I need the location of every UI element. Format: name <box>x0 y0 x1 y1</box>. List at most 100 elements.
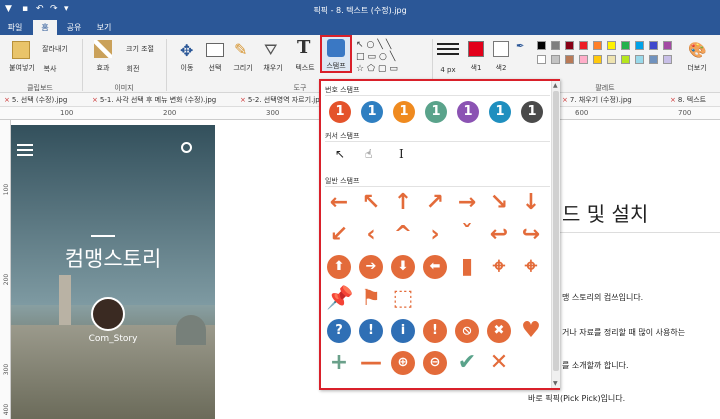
general-stamp[interactable]: ⚑ <box>358 287 384 311</box>
general-stamp[interactable]: ← <box>326 191 352 215</box>
doc-tab-active[interactable]: × 8. 텍스트 <box>670 95 706 105</box>
general-stamp[interactable]: ⬇ <box>391 255 415 279</box>
general-stamp[interactable]: ⌖ <box>486 255 512 279</box>
close-icon[interactable]: × <box>4 96 10 104</box>
tab-view[interactable]: 보기 <box>91 20 117 35</box>
general-stamp[interactable]: + <box>326 351 352 375</box>
doc-tab[interactable]: × 5-1. 사각 선택 후 메뉴 변화 (수정).jpg <box>92 95 216 105</box>
palette-color-swatch[interactable] <box>635 55 644 64</box>
general-stamp[interactable]: ⊕ <box>391 351 415 375</box>
palette-color-swatch[interactable] <box>537 41 546 50</box>
number-stamp[interactable]: 1 <box>489 101 511 123</box>
general-stamp[interactable]: ⦸ <box>455 319 479 343</box>
copy-button[interactable]: 복사 <box>38 64 62 74</box>
select-button[interactable]: 선택 <box>200 63 230 73</box>
stamp-button[interactable]: 스탬프 <box>320 61 352 71</box>
general-stamp[interactable]: ↘ <box>486 191 512 215</box>
cut-button[interactable]: 잘라내기 <box>38 44 72 54</box>
palette-color-swatch[interactable] <box>607 41 616 50</box>
doc-tab[interactable]: × 7. 채우기 (수정).jpg <box>562 95 632 105</box>
more-colors-button[interactable]: 더보기 <box>680 63 714 73</box>
palette-color-swatch[interactable] <box>579 41 588 50</box>
scroll-thumb[interactable] <box>553 91 559 371</box>
general-stamp[interactable]: ⬆ <box>327 255 351 279</box>
general-stamp[interactable]: ⬅ <box>423 255 447 279</box>
general-stamp[interactable]: ♥ <box>518 319 544 343</box>
general-stamp[interactable]: ⊖ <box>423 351 447 375</box>
palette-color-swatch[interactable] <box>565 55 574 64</box>
general-stamp[interactable]: ↓ <box>518 191 544 215</box>
arrow-cursor-stamp[interactable]: ↖ <box>335 147 345 161</box>
panel-scrollbar[interactable]: ▲ ▼ <box>551 81 560 388</box>
number-stamp[interactable]: 1 <box>521 101 543 123</box>
palette-color-swatch[interactable] <box>635 41 644 50</box>
general-stamp[interactable]: ⬚ <box>390 287 416 311</box>
color2-button[interactable]: 색2 <box>489 63 513 73</box>
tab-home[interactable]: 홈 <box>33 20 57 35</box>
close-icon[interactable]: × <box>562 96 568 104</box>
general-stamp[interactable]: ✖ <box>487 319 511 343</box>
resize-button[interactable]: 크기 조절 <box>118 44 162 54</box>
hand-cursor-stamp[interactable]: ☝ <box>365 147 372 161</box>
text-cursor-stamp[interactable]: I <box>399 147 404 161</box>
general-stamp[interactable]: ˇ <box>454 223 480 247</box>
palette-color-swatch[interactable] <box>551 41 560 50</box>
general-stamp[interactable]: ↑ <box>390 191 416 215</box>
palette-color-swatch[interactable] <box>593 55 602 64</box>
general-stamp[interactable]: ↖ <box>358 191 384 215</box>
general-stamp[interactable]: ↙ <box>326 223 352 247</box>
general-stamp[interactable]: ✕ <box>486 351 512 375</box>
palette-color-swatch[interactable] <box>593 41 602 50</box>
palette-color-swatch[interactable] <box>565 41 574 50</box>
number-stamp[interactable]: 1 <box>457 101 479 123</box>
tab-file[interactable]: 파일 <box>3 20 27 35</box>
general-stamp[interactable]: — <box>358 351 384 375</box>
number-stamp[interactable]: 1 <box>393 101 415 123</box>
fill-button[interactable]: 채우기 <box>258 63 288 73</box>
general-stamp[interactable]: ➔ <box>359 255 383 279</box>
color1-swatch[interactable] <box>468 41 484 57</box>
general-stamp[interactable]: ‹ <box>358 223 384 247</box>
close-icon[interactable]: × <box>240 96 246 104</box>
palette-color-swatch[interactable] <box>663 55 672 64</box>
palette-color-swatch[interactable] <box>579 55 588 64</box>
draw-button[interactable]: 그리기 <box>228 63 258 73</box>
palette-color-swatch[interactable] <box>537 55 546 64</box>
general-stamp[interactable]: › <box>422 223 448 247</box>
number-stamp[interactable]: 1 <box>361 101 383 123</box>
palette-color-swatch[interactable] <box>551 55 560 64</box>
shapes-gallery-icon[interactable]: ↖○╲╲ □▭○╲ ☆⬠▢▭ <box>356 39 401 75</box>
color2-swatch[interactable] <box>493 41 509 57</box>
palette-color-swatch[interactable] <box>649 55 658 64</box>
general-stamp[interactable]: ! <box>423 319 447 343</box>
general-stamp[interactable]: ↩ <box>486 223 512 247</box>
general-stamp[interactable]: ↪ <box>518 223 544 247</box>
general-stamp[interactable]: ! <box>359 319 383 343</box>
color1-button[interactable]: 색1 <box>464 63 488 73</box>
effect-button[interactable]: 효과 <box>88 63 118 73</box>
close-icon[interactable]: × <box>670 96 676 104</box>
general-stamp[interactable]: ↗ <box>422 191 448 215</box>
paste-button[interactable]: 붙여넣기 <box>2 63 42 73</box>
general-stamp[interactable]: ⌖ <box>518 255 544 279</box>
palette-color-swatch[interactable] <box>607 55 616 64</box>
scroll-up-icon[interactable]: ▲ <box>553 82 558 89</box>
general-stamp[interactable]: ? <box>327 319 351 343</box>
scroll-down-icon[interactable]: ▼ <box>553 380 558 387</box>
general-stamp[interactable]: ✔ <box>454 351 480 375</box>
general-stamp[interactable]: ▮ <box>454 255 480 279</box>
text-button[interactable]: 텍스트 <box>288 63 322 73</box>
rotate-button[interactable]: 회전 <box>118 64 148 74</box>
doc-tab[interactable]: × 5. 선택 (수정).jpg <box>4 95 67 105</box>
tab-share[interactable]: 공유 <box>62 20 86 35</box>
general-stamp[interactable]: i <box>391 319 415 343</box>
general-stamp[interactable]: ^ <box>390 223 416 247</box>
number-stamp[interactable]: 1 <box>329 101 351 123</box>
palette-color-swatch[interactable] <box>649 41 658 50</box>
line-width-select[interactable]: 4 px <box>433 66 463 74</box>
general-stamp[interactable]: → <box>454 191 480 215</box>
doc-tab[interactable]: × 5-2. 선택영역 자르기.jpg <box>240 95 324 105</box>
close-icon[interactable]: × <box>92 96 98 104</box>
move-button[interactable]: 이동 <box>172 63 202 73</box>
palette-color-swatch[interactable] <box>621 55 630 64</box>
